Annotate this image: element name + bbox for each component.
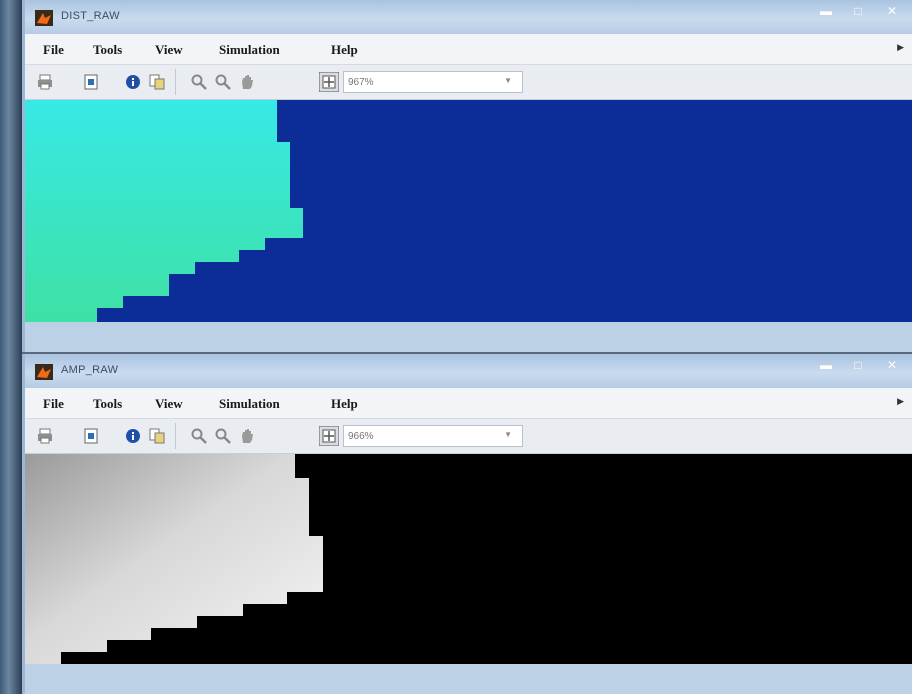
menu-view[interactable]: View bbox=[155, 396, 183, 412]
minimize-button[interactable]: ▬ bbox=[808, 356, 844, 374]
close-button[interactable]: ✕ bbox=[872, 356, 912, 374]
menu-overflow-icon[interactable]: ▶ bbox=[897, 396, 904, 407]
zoom-combobox[interactable]: 966% ▼ bbox=[343, 425, 523, 447]
copy-icon[interactable] bbox=[149, 74, 165, 90]
toolbar-separator bbox=[175, 69, 176, 95]
menu-overflow-icon[interactable]: ▶ bbox=[897, 42, 904, 53]
menu-simulation[interactable]: Simulation bbox=[219, 42, 280, 58]
save-icon[interactable] bbox=[83, 74, 99, 90]
menu-simulation[interactable]: Simulation bbox=[219, 396, 280, 412]
toolbar-separator bbox=[175, 423, 176, 449]
zoom-out-icon[interactable] bbox=[215, 428, 231, 444]
zoom-in-icon[interactable] bbox=[191, 428, 207, 444]
menubar: File Tools View Simulation Help ▶ bbox=[25, 388, 912, 419]
zoom-value: 966% bbox=[348, 431, 374, 442]
menu-help[interactable]: Help bbox=[331, 42, 358, 58]
chevron-down-icon[interactable]: ▼ bbox=[504, 430, 512, 439]
pan-icon[interactable] bbox=[239, 428, 255, 444]
window-dist-raw: DIST_RAW ▬ □ ✕ File Tools View Simulatio… bbox=[22, 0, 912, 352]
titlebar[interactable]: AMP_RAW ▬ □ ✕ bbox=[25, 354, 912, 388]
app-icon bbox=[35, 10, 53, 26]
zoom-value: 967% bbox=[348, 77, 374, 88]
chevron-down-icon[interactable]: ▼ bbox=[504, 76, 512, 85]
zoom-combobox[interactable]: 967% ▼ bbox=[343, 71, 523, 93]
menu-file[interactable]: File bbox=[43, 42, 64, 58]
copy-icon[interactable] bbox=[149, 428, 165, 444]
app-icon bbox=[35, 364, 53, 380]
menubar: File Tools View Simulation Help ▶ bbox=[25, 34, 912, 65]
maximize-button[interactable]: □ bbox=[844, 356, 872, 374]
info-icon[interactable] bbox=[125, 428, 141, 444]
toolbar: 967% ▼ bbox=[25, 65, 912, 100]
toolbar: 966% ▼ bbox=[25, 419, 912, 454]
menu-view[interactable]: View bbox=[155, 42, 183, 58]
maximize-button[interactable]: □ bbox=[844, 2, 872, 20]
window-amp-raw: AMP_RAW ▬ □ ✕ File Tools View Simulation… bbox=[22, 354, 912, 694]
image-canvas[interactable] bbox=[25, 100, 912, 322]
desktop-left-strip bbox=[0, 0, 22, 694]
fit-icon[interactable] bbox=[319, 72, 339, 92]
distance-image bbox=[25, 100, 303, 322]
image-canvas[interactable] bbox=[25, 454, 912, 664]
window-title: DIST_RAW bbox=[61, 10, 120, 22]
window-title: AMP_RAW bbox=[61, 364, 119, 376]
fit-icon[interactable] bbox=[319, 426, 339, 446]
print-icon[interactable] bbox=[37, 74, 53, 90]
amplitude-region bbox=[25, 454, 323, 664]
menu-help[interactable]: Help bbox=[331, 396, 358, 412]
menu-tools[interactable]: Tools bbox=[93, 396, 122, 412]
info-icon[interactable] bbox=[125, 74, 141, 90]
minimize-button[interactable]: ▬ bbox=[808, 2, 844, 20]
menu-tools[interactable]: Tools bbox=[93, 42, 122, 58]
close-button[interactable]: ✕ bbox=[872, 2, 912, 20]
menu-file[interactable]: File bbox=[43, 396, 64, 412]
print-icon[interactable] bbox=[37, 428, 53, 444]
pan-icon[interactable] bbox=[239, 74, 255, 90]
amplitude-image bbox=[25, 454, 323, 664]
titlebar[interactable]: DIST_RAW ▬ □ ✕ bbox=[25, 0, 912, 34]
distance-region bbox=[25, 100, 303, 322]
zoom-out-icon[interactable] bbox=[215, 74, 231, 90]
save-icon[interactable] bbox=[83, 428, 99, 444]
zoom-in-icon[interactable] bbox=[191, 74, 207, 90]
